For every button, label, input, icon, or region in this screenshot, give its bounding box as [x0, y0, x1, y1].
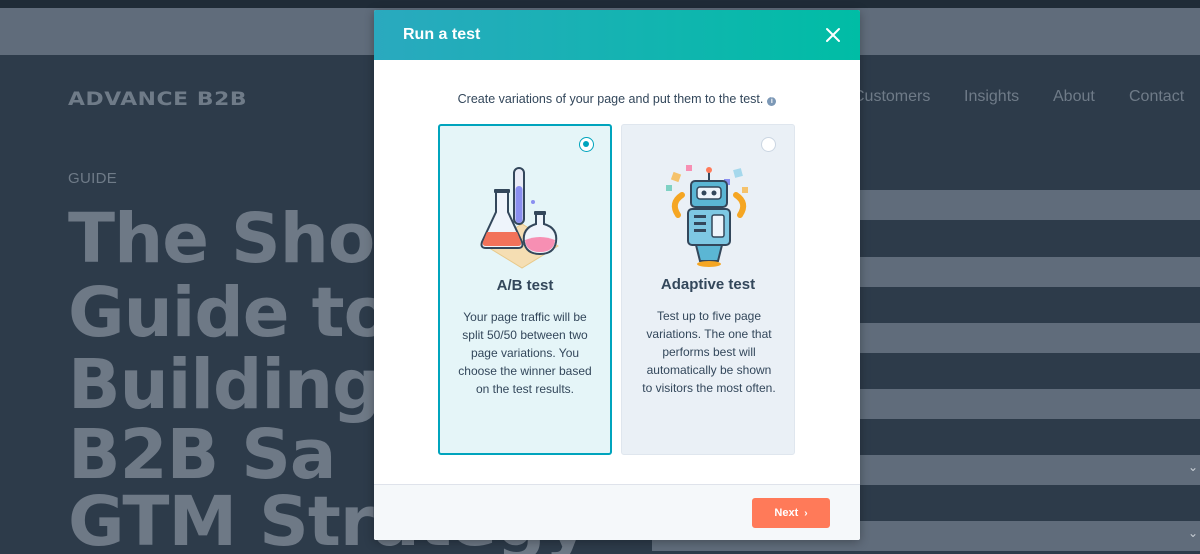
- nav-about: About: [1053, 88, 1095, 105]
- adaptive-test-description: Test up to five page variations. The one…: [642, 309, 776, 395]
- next-button[interactable]: Next ›: [752, 498, 830, 528]
- headline-line-2: Guide to: [68, 273, 391, 353]
- close-button[interactable]: [822, 24, 844, 46]
- chevron-right-icon: ›: [804, 508, 808, 519]
- adaptive-test-radio[interactable]: [761, 137, 776, 152]
- headline-line-4: B2B Sa: [68, 415, 336, 495]
- eyebrow-label: GUIDE: [68, 170, 118, 187]
- modal-intro: Create variations of your page and put t…: [374, 92, 860, 106]
- ab-test-description: Your page traffic will be split 50/50 be…: [458, 310, 592, 396]
- intro-text: Create variations of your page and put t…: [457, 92, 764, 106]
- adaptive-test-title: Adaptive test: [660, 276, 756, 293]
- robot-illustration: [666, 165, 748, 267]
- headline-line-3: Building: [68, 345, 382, 425]
- info-icon[interactable]: i: [767, 97, 777, 106]
- headline-line-1: The Sho: [68, 199, 375, 279]
- chevron-down-icon: ⌄: [1188, 526, 1199, 540]
- modal-header: Run a test: [374, 10, 860, 60]
- adaptive-test-option[interactable]: Adaptive test Test up to five page varia…: [621, 124, 795, 455]
- ab-test-title: A/B test: [496, 277, 554, 294]
- modal-footer: Next ›: [374, 484, 860, 540]
- nav-contact: Contact: [1129, 88, 1185, 105]
- ab-test-option[interactable]: A/B test Your page traffic will be split…: [438, 124, 612, 455]
- ab-test-radio[interactable]: [579, 137, 594, 152]
- nav-insights: Insights: [964, 88, 1020, 105]
- top-strip: [0, 0, 1200, 8]
- site-logo: ADVANCE B2B: [68, 88, 248, 110]
- close-icon: [826, 28, 840, 42]
- lab-flasks-illustration: [480, 167, 559, 269]
- modal-title: Run a test: [403, 26, 481, 43]
- chevron-down-icon: ⌄: [1188, 460, 1199, 474]
- run-test-modal: Run a test Create variations of your pag…: [374, 10, 860, 540]
- nav-customers: Customers: [853, 88, 931, 105]
- next-button-label: Next: [774, 507, 799, 519]
